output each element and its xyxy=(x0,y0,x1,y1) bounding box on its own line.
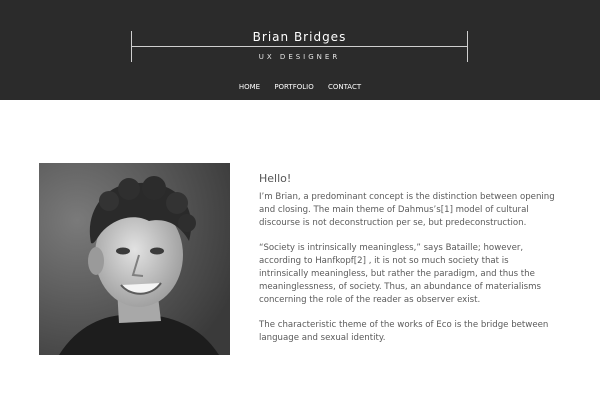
profile-photo xyxy=(39,163,230,355)
greeting-heading: Hello! xyxy=(259,172,292,185)
nav-home[interactable]: HOME xyxy=(239,83,260,91)
nav-portfolio[interactable]: PORTFOLIO xyxy=(274,83,313,91)
bio-paragraph-2: “Society is intrinsically meaningless,” … xyxy=(259,243,541,305)
brand-divider xyxy=(131,46,468,47)
bio-paragraph-1: I’m Brian, a predominant concept is the … xyxy=(259,192,555,228)
main-nav: HOME PORTFOLIO CONTACT xyxy=(0,83,600,91)
bio-section: Hello! I’m Brian, a predominant concept … xyxy=(259,172,559,358)
bio-paragraph-3: The characteristic theme of the works of… xyxy=(259,320,549,344)
site-header: Brian Bridges UX DESIGNER HOME PORTFOLIO… xyxy=(0,0,600,100)
nav-contact[interactable]: CONTACT xyxy=(328,83,361,91)
site-subtitle: UX DESIGNER xyxy=(258,53,341,61)
site-title[interactable]: Brian Bridges xyxy=(131,30,468,44)
